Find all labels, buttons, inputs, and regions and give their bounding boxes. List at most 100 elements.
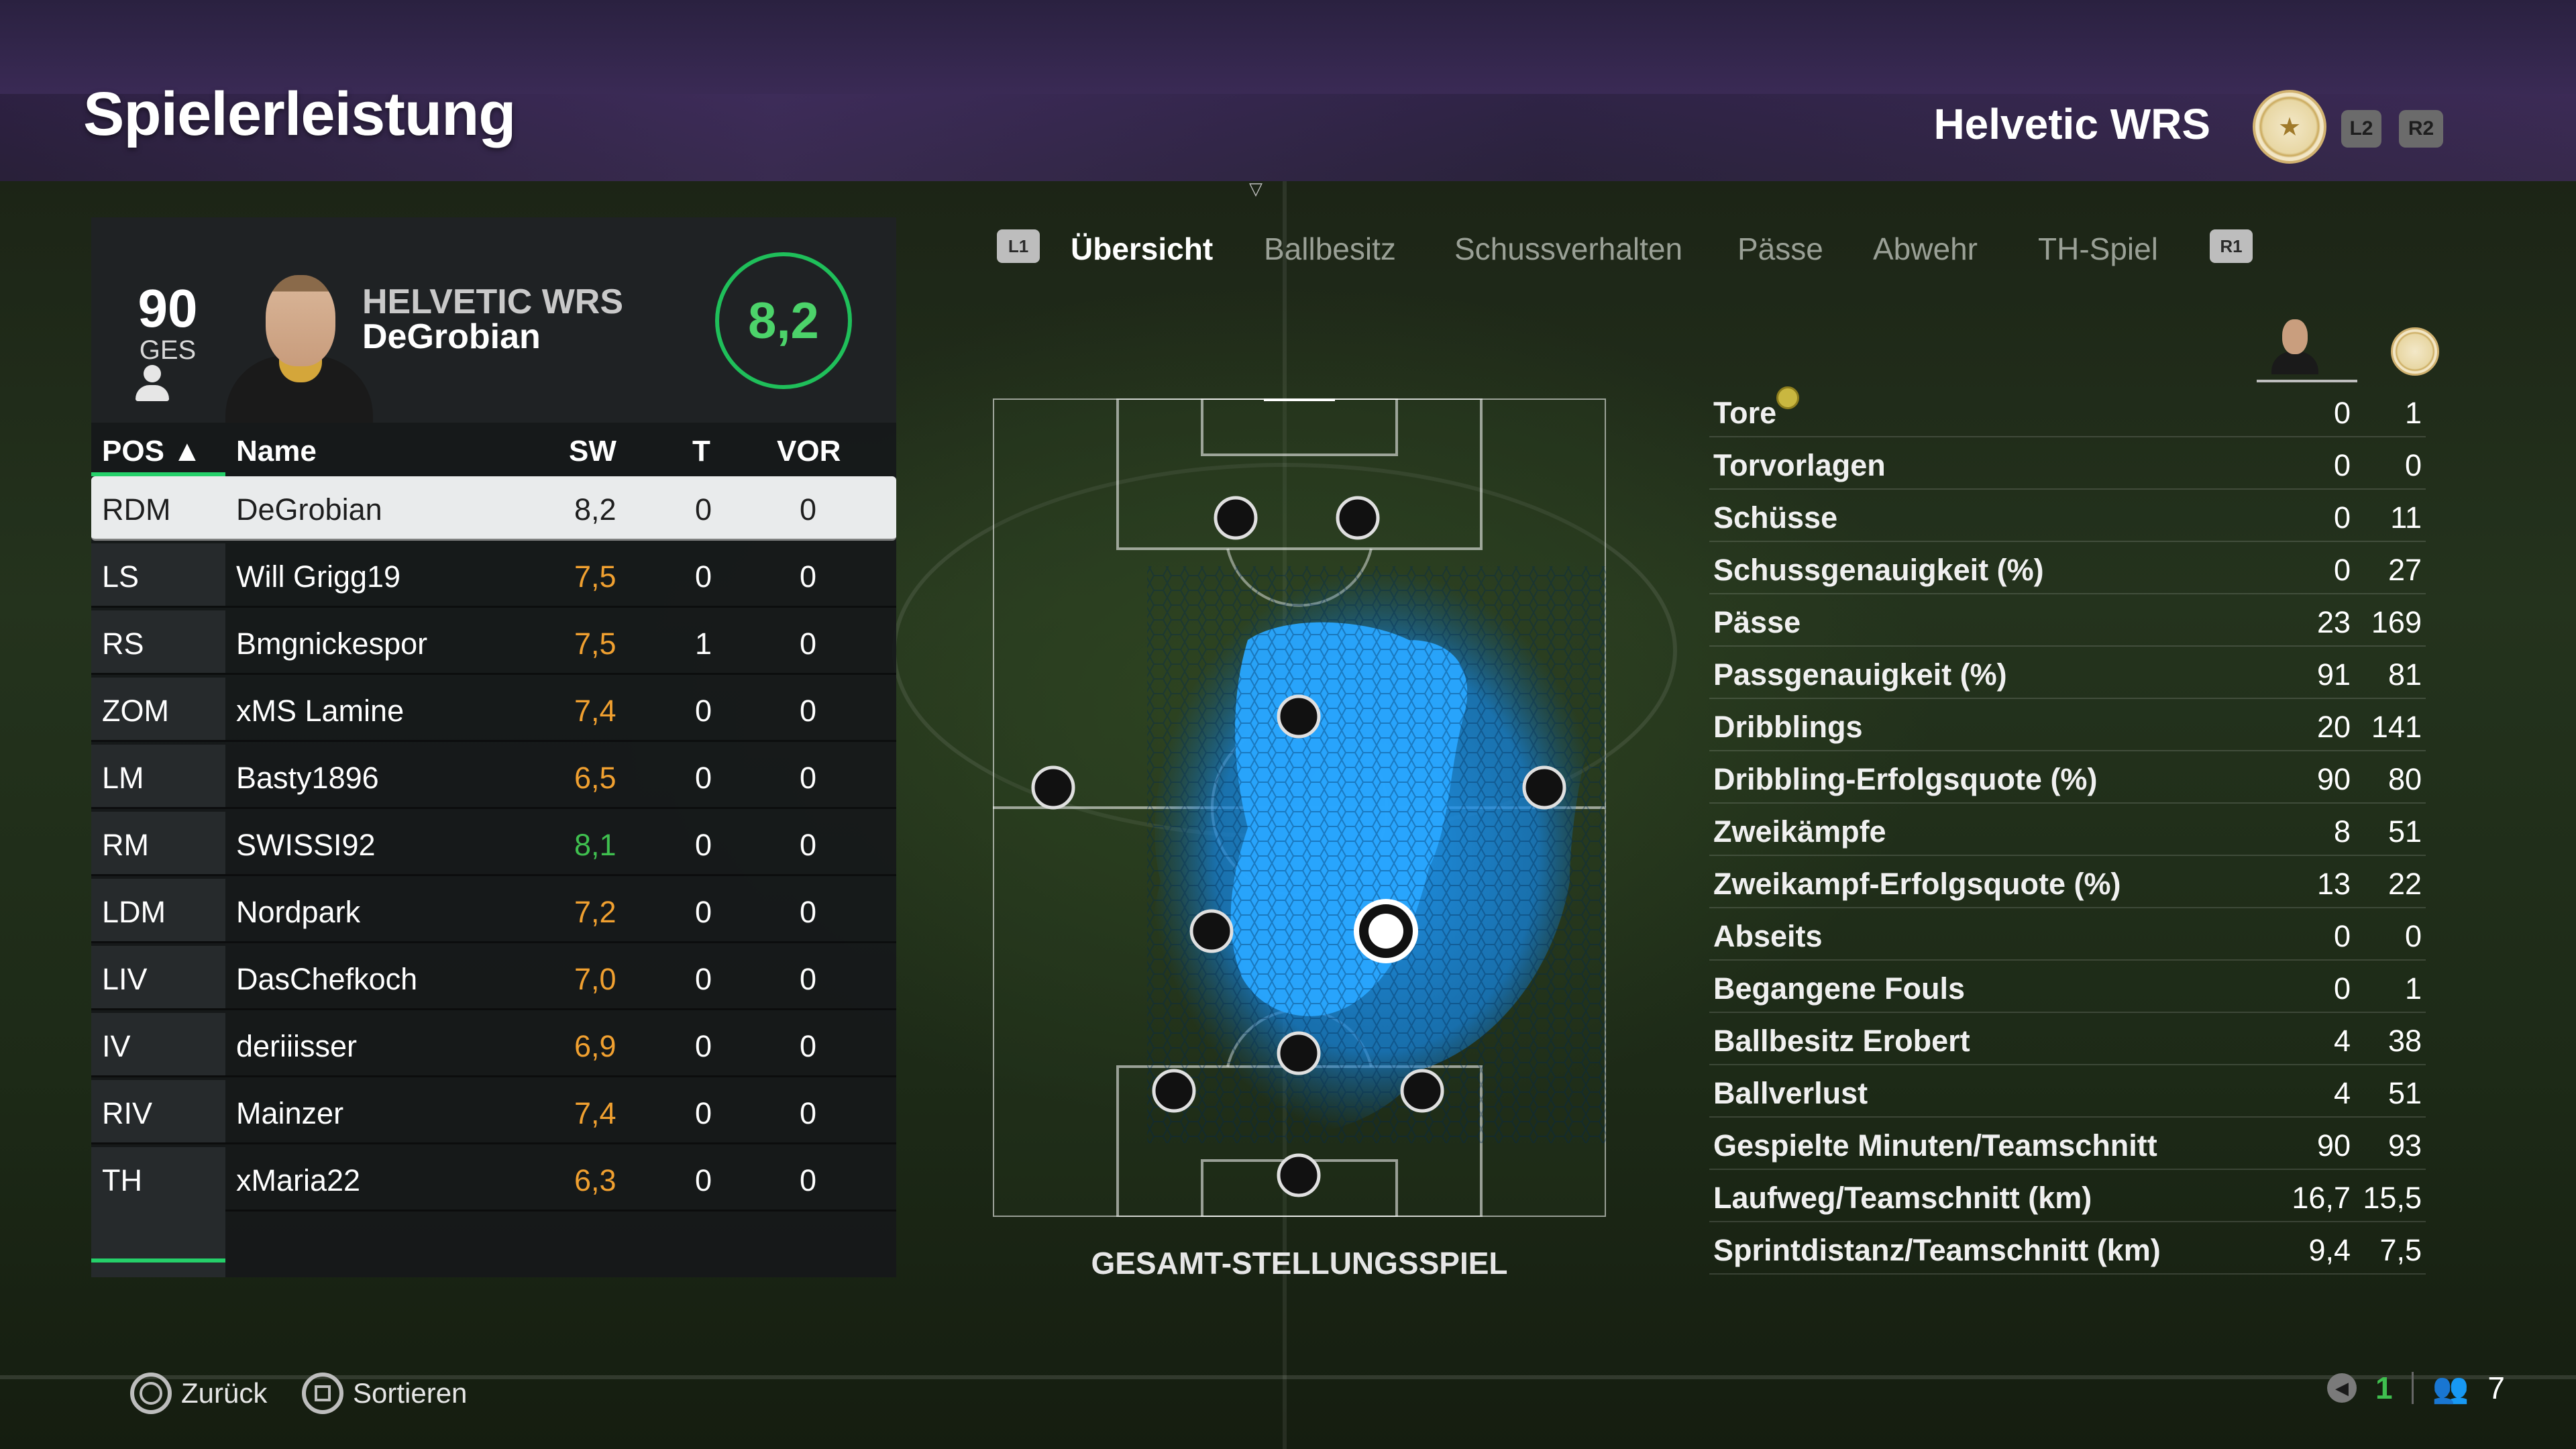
- back-hint[interactable]: Zurück: [130, 1373, 267, 1414]
- player-goals-cell: 0: [695, 962, 712, 996]
- stat-label: Abseits: [1713, 919, 1823, 953]
- stat-row: Zweikämpfe 8 51: [1709, 804, 2426, 856]
- stat-player-value: 91: [2316, 657, 2351, 692]
- player-mini-avatar: [2267, 313, 2321, 380]
- sort-label: Sortieren: [353, 1377, 468, 1409]
- speaker-icon: ◀: [2327, 1373, 2357, 1403]
- tab-item[interactable]: Abwehr: [1873, 231, 1978, 267]
- tab-item[interactable]: Übersicht: [1071, 231, 1213, 267]
- stat-player-value: 0: [2333, 553, 2351, 587]
- player-name-cell: SWISSI92: [236, 828, 376, 862]
- player-name-cell: Nordpark: [236, 895, 361, 929]
- r1-button[interactable]: R1: [2210, 229, 2253, 263]
- column-name[interactable]: Name: [236, 435, 317, 468]
- sort-hint[interactable]: Sortieren: [302, 1373, 467, 1414]
- stat-team-value: 0: [2404, 919, 2422, 953]
- voice-count: 1: [2375, 1371, 2393, 1405]
- table-row[interactable]: LDM Nordpark 7,2 0 0: [91, 879, 896, 943]
- player-goals-cell: 0: [695, 1029, 712, 1063]
- player-name: DeGrobian: [362, 317, 541, 356]
- stat-player-value: 0: [2333, 448, 2351, 482]
- tab-item[interactable]: Schussverhalten: [1454, 231, 1682, 267]
- player-goals-cell: 0: [695, 828, 712, 862]
- r2-button[interactable]: R2: [2399, 110, 2443, 148]
- player-goals-cell: 0: [695, 895, 712, 929]
- stat-player-value: 90: [2316, 1128, 2351, 1163]
- player-goals-cell: 1: [695, 627, 712, 661]
- player-name-cell: DasChefkoch: [236, 962, 418, 996]
- table-row[interactable]: RDM DeGrobian 8,2 0 0: [91, 476, 896, 541]
- player-rating-cell: 7,2: [574, 895, 616, 929]
- player-name-cell: Will Grigg19: [236, 559, 401, 594]
- square-button-icon: [302, 1373, 343, 1414]
- stat-player-value: 4: [2333, 1076, 2351, 1110]
- table-row[interactable]: RIV Mainzer 7,4 0 0: [91, 1080, 896, 1144]
- l2-button[interactable]: L2: [2341, 110, 2381, 148]
- l1-button[interactable]: L1: [997, 229, 1040, 263]
- player-assists-cell: 0: [800, 694, 817, 728]
- divider: [2411, 1372, 2414, 1404]
- stat-row: Ballverlust 4 51: [1709, 1065, 2426, 1118]
- tab-item[interactable]: TH-Spiel: [2038, 231, 2158, 267]
- player-assists-cell: 0: [800, 1096, 817, 1130]
- overall-rating: 90 GES: [121, 282, 215, 366]
- player-rating-cell: 7,4: [574, 1096, 616, 1130]
- position-dot: [1189, 909, 1234, 953]
- stat-team-value: 80: [2387, 762, 2422, 796]
- player-avatar: [225, 255, 373, 423]
- player-name-cell: DeGrobian: [236, 492, 382, 527]
- player-position: RS: [102, 627, 144, 661]
- stat-label: Torvorlagen: [1713, 448, 1886, 482]
- stat-player-value: 16,7: [2292, 1181, 2351, 1215]
- player-name-cell: Mainzer: [236, 1096, 344, 1130]
- table-row[interactable]: RS Bmgnickespor 7,5 1 0: [91, 610, 896, 675]
- position-dot: [1152, 1069, 1196, 1113]
- session-status: ◀ 1 👥 7: [2327, 1370, 2505, 1406]
- stat-label: Ballbesitz Erobert: [1713, 1024, 1970, 1058]
- player-assists-cell: 0: [800, 1163, 817, 1197]
- stat-label: Passgenauigkeit (%): [1713, 657, 2007, 692]
- heatmap-area: [1147, 566, 1606, 1143]
- column-pos[interactable]: POS ▲: [102, 435, 202, 468]
- tab-item[interactable]: Ballbesitz: [1264, 231, 1396, 267]
- stat-team-value: 51: [2387, 814, 2422, 849]
- stat-team-value: 7,5: [2379, 1233, 2422, 1267]
- player-rating-cell: 7,5: [574, 559, 616, 594]
- player-assists-cell: 0: [800, 1029, 817, 1063]
- stat-player-value: 8: [2333, 814, 2351, 849]
- tab-item[interactable]: Pässe: [1737, 231, 1823, 267]
- stat-player-value: 90: [2316, 762, 2351, 796]
- stat-team-value: 38: [2387, 1024, 2422, 1058]
- circle-button-icon: [130, 1373, 172, 1414]
- stat-player-value: 0: [2333, 971, 2351, 1006]
- overall-label: GES: [139, 335, 197, 365]
- position-dot: [1031, 765, 1075, 810]
- stat-team-value: 81: [2387, 657, 2422, 692]
- stat-team-value: 22: [2387, 867, 2422, 901]
- column-sw[interactable]: SW: [569, 435, 616, 468]
- stat-row: Schüsse 0 11: [1709, 490, 2426, 542]
- player-position: RIV: [102, 1096, 153, 1130]
- table-row[interactable]: ZOM xMS Lamine 7,4 0 0: [91, 678, 896, 742]
- player-position: RM: [102, 828, 149, 862]
- stat-label: Begangene Fouls: [1713, 971, 1966, 1006]
- table-row[interactable]: IV deriiisser 6,9 0 0: [91, 1013, 896, 1077]
- stat-label: Schüsse: [1713, 500, 1838, 535]
- table-row[interactable]: RM SWISSI92 8,1 0 0: [91, 812, 896, 876]
- table-row[interactable]: LM Basty1896 6,5 0 0: [91, 745, 896, 809]
- player-club: HELVETIC WRS: [362, 282, 624, 321]
- column-t[interactable]: T: [692, 435, 710, 468]
- club-crest-icon: ★: [2253, 90, 2326, 164]
- stat-row: Begangene Fouls 0 1: [1709, 961, 2426, 1013]
- table-row[interactable]: LIV DasChefkoch 7,0 0 0: [91, 946, 896, 1010]
- player-assists-cell: 0: [800, 761, 817, 795]
- selected-player-dot-center: [1368, 914, 1403, 949]
- stat-team-value: 51: [2387, 1076, 2422, 1110]
- stat-team-value: 93: [2387, 1128, 2422, 1163]
- people-icon: 👥: [2432, 1372, 2469, 1405]
- player-card-header: 90 GES HELVETIC WRS DeGrobian 8,2: [91, 217, 896, 423]
- table-row[interactable]: LS Will Grigg19 7,5 0 0: [91, 543, 896, 608]
- back-label: Zurück: [181, 1377, 268, 1409]
- overall-value: 90: [138, 278, 198, 338]
- column-vor[interactable]: VOR: [777, 435, 841, 468]
